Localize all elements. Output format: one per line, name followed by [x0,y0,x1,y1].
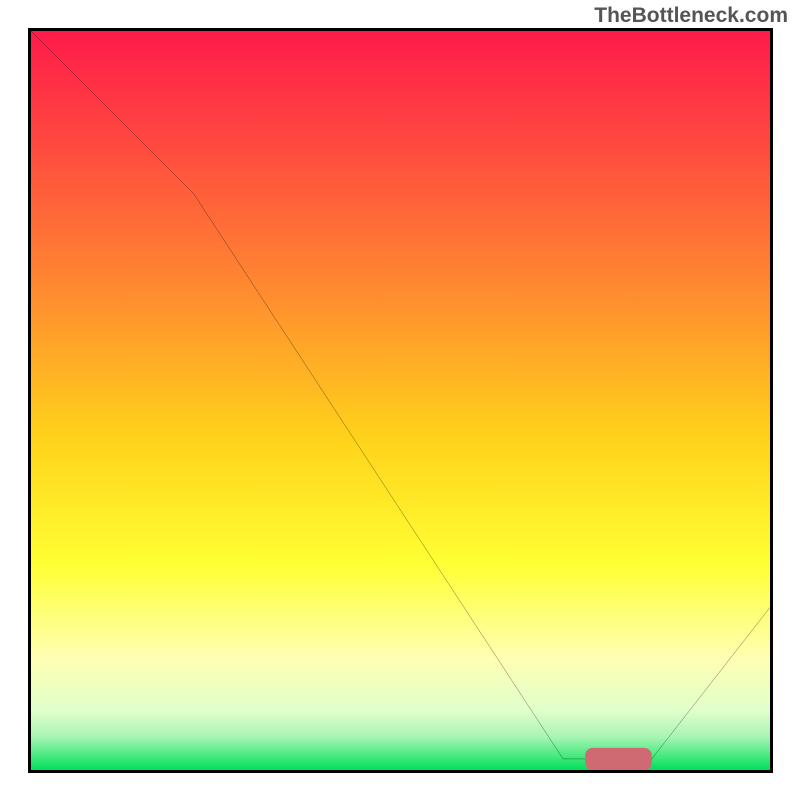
watermark-text: TheBottleneck.com [594,4,788,28]
optimum-marker [585,748,652,770]
chart-plot [31,31,770,770]
chart-frame [28,28,773,773]
